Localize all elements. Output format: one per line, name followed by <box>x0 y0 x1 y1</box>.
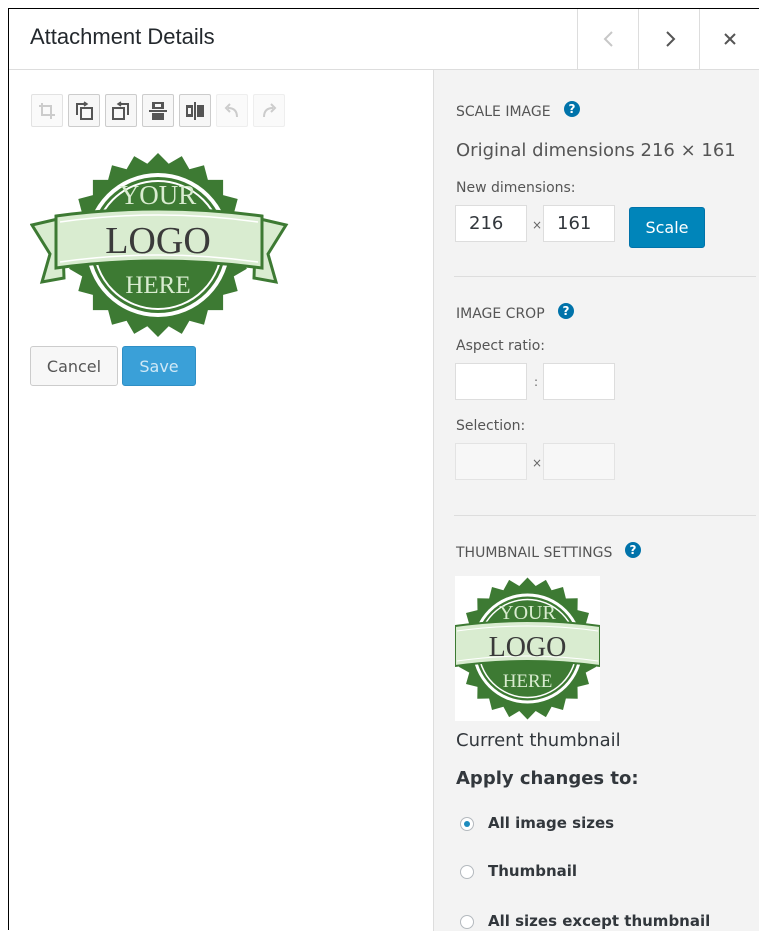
flip-horizontal-icon <box>186 101 204 120</box>
times-symbol: × <box>532 218 543 232</box>
save-button[interactable]: Save <box>122 346 196 386</box>
current-thumbnail-image: YOUR LOGO HERE <box>455 576 600 721</box>
thumb-text-logo: LOGO <box>489 632 567 663</box>
thumbnail-settings-heading: THUMBNAIL SETTINGS <box>456 545 613 561</box>
thumb-text-here: HERE <box>503 671 553 692</box>
scale-help-icon[interactable]: ? <box>564 101 580 117</box>
modal-title: Attachment Details <box>30 24 215 49</box>
original-dimensions: Original dimensions 216 × 161 <box>456 140 736 161</box>
flip-vertical-button[interactable] <box>142 94 174 127</box>
image-crop-heading: IMAGE CROP <box>456 306 545 322</box>
divider <box>454 515 756 516</box>
selection-times-symbol: × <box>532 456 543 470</box>
radio-label: All image sizes <box>488 814 615 832</box>
radio-button[interactable] <box>460 865 474 879</box>
redo-button[interactable] <box>253 94 285 127</box>
attachment-details-modal: Attachment Details YOUR LOGO HERE Cancel… <box>8 8 759 931</box>
aspect-ratio-label: Aspect ratio: <box>456 338 546 354</box>
selection-width-input[interactable] <box>455 443 527 480</box>
new-dimensions-label: New dimensions: <box>456 180 576 196</box>
logo-image-preview: YOUR LOGO HERE <box>30 153 289 337</box>
scale-image-heading: SCALE IMAGE <box>456 104 551 120</box>
aspect-ratio-height-input[interactable] <box>543 363 615 400</box>
scale-height-input[interactable]: 161 <box>543 205 615 242</box>
undo-button[interactable] <box>216 94 248 127</box>
divider <box>454 276 756 277</box>
radio-label: Thumbnail <box>488 862 578 880</box>
flip-horizontal-button[interactable] <box>179 94 211 127</box>
scale-button[interactable]: Scale <box>629 207 705 248</box>
chevron-right-icon <box>665 31 675 47</box>
thumb-text-your: YOUR <box>499 602 556 624</box>
aspect-ratio-width-input[interactable] <box>455 363 527 400</box>
close-icon <box>724 33 736 45</box>
logo-text-your: YOUR <box>120 180 197 210</box>
radio-button[interactable] <box>460 915 474 929</box>
rotate-right-icon <box>112 100 129 120</box>
image-settings-sidebar: SCALE IMAGE ? Original dimensions 216 × … <box>433 70 759 931</box>
undo-icon <box>224 102 238 117</box>
cancel-button[interactable]: Cancel <box>30 346 118 386</box>
close-button[interactable] <box>699 9 759 69</box>
next-button[interactable] <box>638 9 700 69</box>
redo-icon <box>263 102 277 117</box>
crop-button[interactable] <box>31 94 63 127</box>
rotate-left-button[interactable] <box>68 94 100 127</box>
ratio-separator: : <box>534 375 539 389</box>
crop-icon <box>39 102 55 119</box>
logo-text-logo: LOGO <box>105 220 211 262</box>
scale-width-input[interactable]: 216 <box>455 205 527 242</box>
chevron-left-icon <box>603 31 613 47</box>
rotate-left-icon <box>76 100 93 120</box>
previous-button[interactable] <box>577 9 639 69</box>
thumbnail-help-icon[interactable]: ? <box>625 542 641 558</box>
flip-vertical-icon <box>149 101 167 120</box>
crop-help-icon[interactable]: ? <box>558 303 574 319</box>
image-editor-pane: YOUR LOGO HERE Cancel Save <box>9 70 433 931</box>
current-thumbnail-caption: Current thumbnail <box>456 730 621 751</box>
modal-header: Attachment Details <box>9 9 759 70</box>
selection-height-input[interactable] <box>543 443 615 480</box>
radio-label: All sizes except thumbnail <box>488 912 711 930</box>
selection-label: Selection: <box>456 418 526 434</box>
logo-text-here: HERE <box>125 272 190 299</box>
radio-button[interactable] <box>460 817 474 831</box>
apply-changes-label: Apply changes to: <box>456 768 639 789</box>
rotate-right-button[interactable] <box>105 94 137 127</box>
